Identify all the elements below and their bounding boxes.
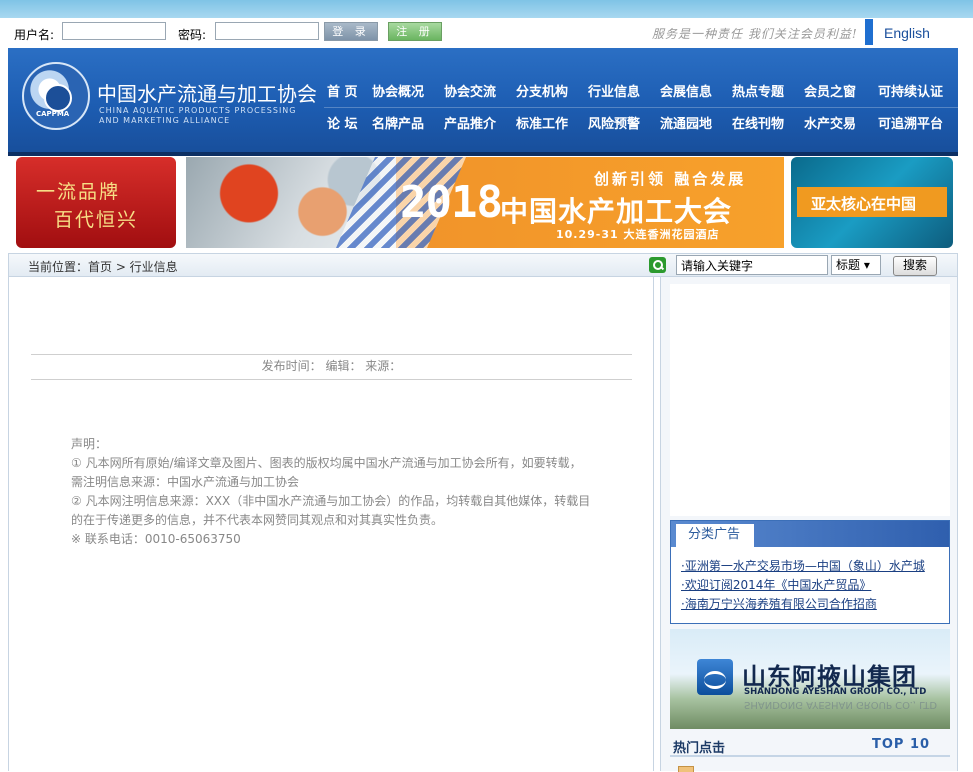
password-input[interactable] bbox=[215, 22, 319, 40]
nav-item-forum[interactable]: 论 坛 bbox=[327, 113, 358, 132]
classified-ads-box: 分类广告 ·亚洲第一水产交易市场—中国（象山）水产城 ·欢迎订阅2014年《中国… bbox=[670, 520, 950, 624]
ad-link[interactable]: ·亚洲第一水产交易市场—中国（象山）水产城 bbox=[681, 557, 925, 576]
nav-row-2: 论 坛 名牌产品 产品推介 标准工作 风险预警 流通园地 在线刊物 水产交易 可… bbox=[324, 108, 958, 139]
ayeshan-logo-icon bbox=[697, 659, 733, 695]
breadcrumb-bar: 当前位置：首页 > 行业信息 标题 ▾ 搜索 bbox=[8, 253, 958, 277]
nav-row-1: 首 页 协会概况 协会交流 分支机构 行业信息 会展信息 热点专题 会员之窗 可… bbox=[324, 76, 958, 108]
copyright-declaration: 声明： ① 凡本网所有原始/编译文章及图片、图表的版权均属中国水产流通与加工协会… bbox=[71, 435, 601, 549]
nav-item-industry-news[interactable]: 行业信息 bbox=[588, 81, 640, 100]
nav-item-trading[interactable]: 水产交易 bbox=[804, 113, 856, 132]
slogan-text: 服务是一种责任 我们关注会员利益! bbox=[652, 27, 858, 41]
nav-item-exchange[interactable]: 协会交流 bbox=[444, 81, 496, 100]
nav-item-distribution[interactable]: 流通园地 bbox=[660, 113, 712, 132]
association-logo[interactable]: CAPPMA bbox=[22, 62, 90, 130]
brand-banner-line2: 百代恒兴 bbox=[54, 209, 139, 231]
ayeshan-group-ad[interactable]: 山东阿掖山集团 SHANDONG AYESHAN GROUP CO., LTD … bbox=[670, 629, 950, 729]
hot-clicks-title: 热门点击 bbox=[673, 741, 726, 756]
search-scope-select[interactable]: 标题 ▾ bbox=[831, 255, 881, 275]
publish-info: 发布时间： 编辑： 来源： bbox=[31, 354, 632, 380]
brand-banner-line1: 一流品牌 bbox=[36, 181, 121, 203]
nav-item-exhibitions[interactable]: 会展信息 bbox=[660, 81, 712, 100]
org-name-en-line1: CHINA AQUATIC PRODUCTS PROCESSING bbox=[99, 106, 297, 115]
nav-item-brands[interactable]: 名牌产品 bbox=[372, 113, 424, 132]
nav-item-about[interactable]: 协会概况 bbox=[372, 81, 424, 100]
conference-banner[interactable]: 创新引领 融合发展 2018 中国水产加工大会 10.29-31 大连香洲花园酒… bbox=[186, 157, 784, 248]
ayeshan-name-en: SHANDONG AYESHAN GROUP CO., LTD bbox=[744, 687, 927, 697]
classified-ads-header: 分类广告 bbox=[671, 521, 949, 547]
username-input[interactable] bbox=[62, 22, 166, 40]
search-icon[interactable] bbox=[649, 257, 666, 273]
logo-caption: CAPPMA bbox=[36, 110, 70, 118]
username-label: 用户名: bbox=[14, 28, 55, 42]
main-nav: 首 页 协会概况 协会交流 分支机构 行业信息 会展信息 热点专题 会员之窗 可… bbox=[324, 76, 958, 139]
site-header: CAPPMA 中国水产流通与加工协会 CHINA AQUATIC PRODUCT… bbox=[8, 48, 958, 156]
declaration-line: 的在于传递更多的信息，并不代表本网赞同其观点和对其真实性负责。 bbox=[71, 513, 444, 527]
nav-item-standards[interactable]: 标准工作 bbox=[516, 113, 568, 132]
globe-icon bbox=[44, 84, 72, 112]
declaration-line: ② 凡本网注明信息来源：XXX（非中国水产流通与加工协会）的作品，均转载自其他媒… bbox=[71, 494, 591, 508]
login-bar: 用户名: 密码: 登 录 注 册 服务是一种责任 我们关注会员利益! Engli… bbox=[8, 18, 958, 48]
declaration-line: ① 凡本网所有原始/编译文章及图片、图表的版权均属中国水产流通与加工协会所有，如… bbox=[71, 456, 582, 470]
top-sky-strip bbox=[0, 0, 973, 18]
article-panel: 发布时间： 编辑： 来源： 声明： ① 凡本网所有原始/编译文章及图片、图表的版… bbox=[8, 277, 654, 771]
hot-clicks-top10: TOP 10 bbox=[872, 737, 931, 752]
conference-slogan: 创新引领 融合发展 bbox=[594, 170, 747, 188]
nav-item-branches[interactable]: 分支机构 bbox=[516, 81, 568, 100]
language-marker bbox=[865, 19, 873, 45]
org-name-en-line2: AND MARKETING ALLIANCE bbox=[99, 116, 231, 125]
declaration-line: ※ 联系电话：0010-65063750 bbox=[71, 532, 241, 546]
brand-banner[interactable]: 一流品牌 百代恒兴 bbox=[16, 157, 176, 248]
nav-item-hot-topics[interactable]: 热点专题 bbox=[732, 81, 784, 100]
asia-pacific-banner[interactable]: 亚太核心在中国 bbox=[791, 157, 953, 248]
tab-classified-ads[interactable]: 分类广告 bbox=[676, 524, 754, 547]
ayeshan-reflection: SHANDONG AYESHAN GROUP CO., LTD bbox=[744, 699, 938, 710]
nav-item-sustainable[interactable]: 可持续认证 bbox=[878, 81, 943, 100]
nav-item-risk-alert[interactable]: 风险预警 bbox=[588, 113, 640, 132]
register-button[interactable]: 注 册 bbox=[388, 22, 442, 41]
declaration-line: 需注明信息来源：中国水产流通与加工协会 bbox=[71, 475, 300, 489]
ad-link[interactable]: ·欢迎订阅2014年《中国水产贸品》 bbox=[681, 576, 925, 595]
breadcrumb[interactable]: 当前位置：首页 > 行业信息 bbox=[28, 258, 178, 275]
password-label: 密码: bbox=[178, 28, 207, 42]
folder-icon bbox=[678, 766, 694, 772]
nav-item-home[interactable]: 首 页 bbox=[327, 81, 358, 100]
ad-link[interactable]: ·海南万宁兴海养殖有限公司合作招商 bbox=[681, 595, 925, 614]
conference-title: 中国水产加工大会 bbox=[500, 195, 733, 228]
nav-item-products[interactable]: 产品推介 bbox=[444, 113, 496, 132]
english-link[interactable]: English bbox=[884, 25, 930, 41]
org-name-cn: 中国水产流通与加工协会 bbox=[97, 82, 317, 106]
conference-year: 2018 bbox=[400, 177, 503, 228]
hot-clicks-header: 热门点击 TOP 10 bbox=[670, 733, 950, 757]
nav-item-traceability[interactable]: 可追溯平台 bbox=[878, 113, 943, 132]
search-button[interactable]: 搜索 bbox=[893, 256, 937, 276]
search-input[interactable] bbox=[676, 255, 828, 275]
login-button[interactable]: 登 录 bbox=[324, 22, 378, 41]
nav-item-magazine[interactable]: 在线刊物 bbox=[732, 113, 784, 132]
nav-item-members[interactable]: 会员之窗 bbox=[804, 81, 856, 100]
declaration-line: 声明： bbox=[71, 437, 108, 451]
right-sidebar: 分类广告 ·亚洲第一水产交易市场—中国（象山）水产城 ·欢迎订阅2014年《中国… bbox=[660, 277, 958, 772]
asia-pacific-text: 亚太核心在中国 bbox=[811, 195, 917, 213]
conference-date: 10.29-31 大连香洲花园酒店 bbox=[556, 228, 720, 241]
classified-ads-list: ·亚洲第一水产交易市场—中国（象山）水产城 ·欢迎订阅2014年《中国水产贸品》… bbox=[681, 557, 925, 614]
sidebar-ad-space bbox=[670, 284, 950, 516]
